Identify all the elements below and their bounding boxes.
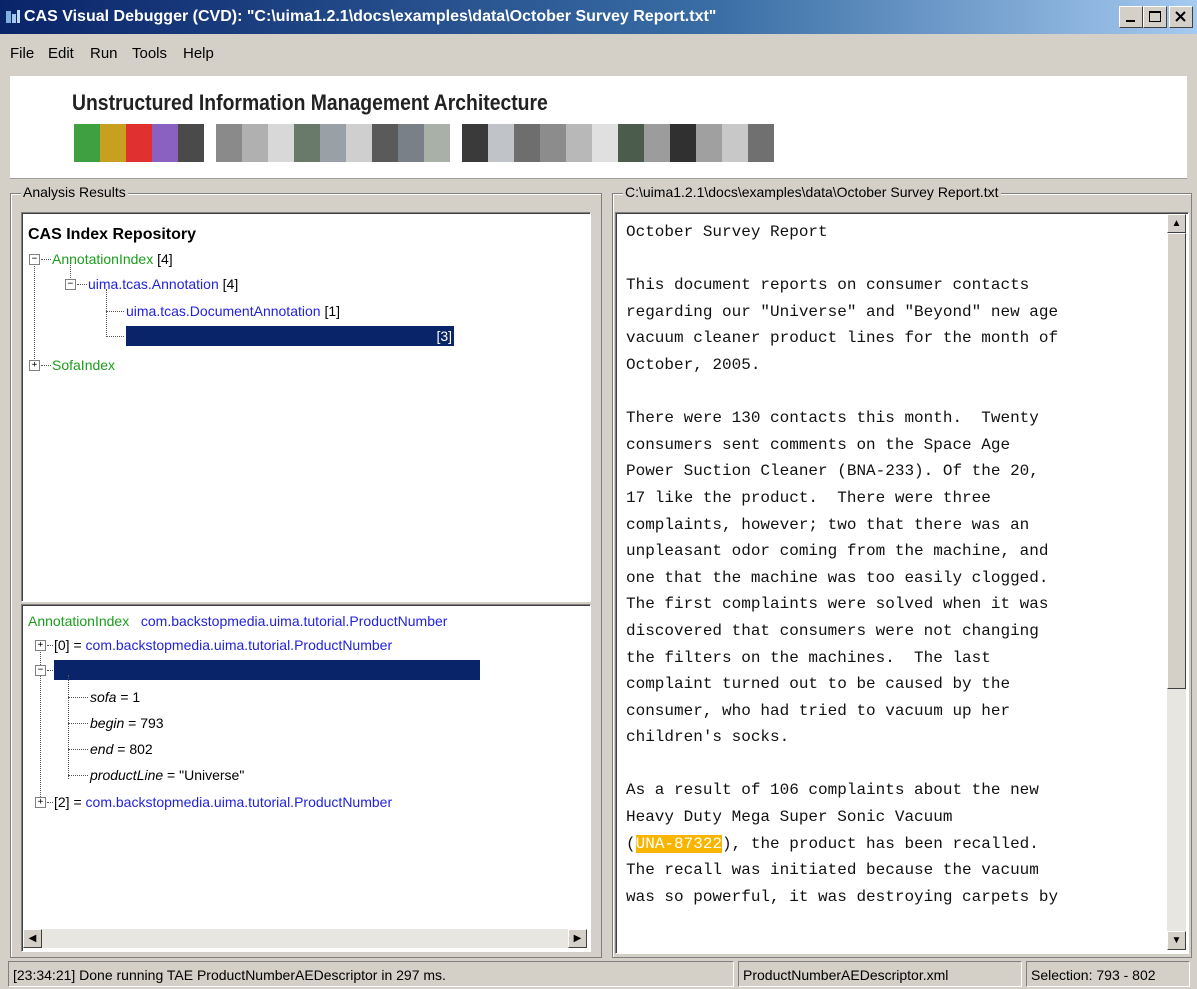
banner-tile [74, 124, 100, 162]
highlighted-annotation[interactable]: UNA-87322 [635, 834, 723, 853]
banner-tile [566, 124, 592, 162]
banner-tile [320, 124, 346, 162]
collapse-annotation-index-icon[interactable]: − [29, 254, 40, 265]
menu-tools[interactable]: Tools [132, 34, 167, 74]
feature-sofa[interactable]: sofa = 1 [90, 687, 140, 707]
status-selection: Selection: 793 - 802 [1026, 961, 1190, 987]
cvd-window: CAS Visual Debugger (CVD): "C:\uima1.2.1… [0, 0, 1197, 989]
banner-tile [462, 124, 488, 162]
tree-node-sofa-index[interactable]: SofaIndex [52, 355, 115, 375]
detail-item-0[interactable]: [0] = com.backstopmedia.uima.tutorial.Pr… [54, 635, 392, 655]
app-icon [6, 10, 20, 23]
detail-item-2[interactable]: [2] = com.backstopmedia.uima.tutorial.Pr… [54, 792, 392, 812]
banner-tile [126, 124, 152, 162]
detail-item-1-selected[interactable]: [1] = com.backstopmedia.uima.tutorial.Pr… [54, 660, 480, 680]
analysis-results-group: Analysis Results CAS Index Repository − … [10, 184, 602, 958]
index-repository-tree[interactable]: CAS Index Repository − AnnotationIndex [… [21, 212, 591, 602]
banner-tile [540, 124, 566, 162]
banner-tile [178, 124, 204, 162]
tree-node-annotation[interactable]: uima.tcas.Annotation [4] [88, 274, 238, 294]
menu-help[interactable]: Help [183, 34, 214, 74]
collapse-annotation-icon[interactable]: − [65, 279, 76, 290]
annotation-detail-tree[interactable]: AnnotationIndex com.backstopmedia.uima.t… [21, 604, 591, 952]
banner-tile [670, 124, 696, 162]
banner-tile [488, 124, 514, 162]
menu-edit[interactable]: Edit [48, 34, 74, 74]
maximize-button[interactable] [1143, 6, 1167, 28]
document-group: C:\uima1.2.1\docs\examples\data\October … [612, 184, 1192, 958]
minimize-icon [1126, 20, 1135, 22]
banner-tile [346, 124, 372, 162]
document-text-view[interactable]: October Survey Report This document repo… [615, 212, 1189, 954]
status-message: [23:34:21] Done running TAE ProductNumbe… [8, 961, 734, 987]
scroll-right-button[interactable]: ▶ [568, 929, 587, 948]
scroll-down-button[interactable]: ▼ [1167, 931, 1186, 950]
title-bar[interactable]: CAS Visual Debugger (CVD): "C:\uima1.2.1… [0, 0, 1197, 34]
maximize-icon [1149, 11, 1161, 22]
close-icon [1175, 11, 1186, 22]
banner-tile [268, 124, 294, 162]
banner-tile [372, 124, 398, 162]
banner-tile [152, 124, 178, 162]
window-title: CAS Visual Debugger (CVD): "C:\uima1.2.1… [24, 8, 717, 25]
close-button[interactable] [1169, 6, 1193, 28]
uima-banner: Unstructured Information Management Arch… [10, 76, 1187, 179]
banner-tile [696, 124, 722, 162]
document-vertical-scrollbar[interactable]: ▲ ▼ [1167, 214, 1186, 950]
expand-sofa-index-icon[interactable]: + [29, 360, 40, 371]
scroll-thumb[interactable] [1167, 233, 1186, 689]
menu-bar: File Edit Run Tools Help [0, 34, 1197, 74]
minimize-button[interactable] [1119, 6, 1143, 28]
banner-tile [100, 124, 126, 162]
banner-tile [748, 124, 774, 162]
banner-tile [294, 124, 320, 162]
document-text[interactable]: October Survey Report This document repo… [626, 219, 1161, 910]
scroll-up-button[interactable]: ▲ [1167, 214, 1186, 233]
scroll-left-button[interactable]: ◀ [23, 929, 42, 948]
detail-header: AnnotationIndex com.backstopmedia.uima.t… [28, 613, 448, 629]
collapse-item-1-icon[interactable]: − [35, 665, 46, 676]
menu-file[interactable]: File [10, 34, 34, 74]
banner-tile [398, 124, 424, 162]
detail-horizontal-scrollbar[interactable]: ◀ ▶ [23, 929, 587, 948]
banner-tile [216, 124, 242, 162]
banner-tile [722, 124, 748, 162]
tree-node-product-number-selected[interactable]: com.backstopmedia.uima.tutorial.ProductN… [126, 326, 455, 346]
banner-tile [592, 124, 618, 162]
repo-title: CAS Index Repository [28, 226, 197, 243]
analysis-results-label: Analysis Results [21, 184, 128, 200]
expand-item-0-icon[interactable]: + [35, 640, 46, 651]
banner-title: Unstructured Information Management Arch… [72, 90, 548, 115]
menu-run[interactable]: Run [90, 34, 118, 74]
feature-end[interactable]: end = 802 [90, 739, 153, 759]
banner-tile [514, 124, 540, 162]
feature-product-line[interactable]: productLine = "Universe" [90, 765, 244, 785]
banner-tile [242, 124, 268, 162]
banner-tile [618, 124, 644, 162]
feature-begin[interactable]: begin = 793 [90, 713, 164, 733]
banner-tile [644, 124, 670, 162]
document-path-label: C:\uima1.2.1\docs\examples\data\October … [623, 184, 1001, 200]
expand-item-2-icon[interactable]: + [35, 797, 46, 808]
status-descriptor: ProductNumberAEDescriptor.xml [738, 961, 1022, 987]
banner-tile [424, 124, 450, 162]
tree-node-document-annotation[interactable]: uima.tcas.DocumentAnnotation [1] [126, 301, 340, 321]
